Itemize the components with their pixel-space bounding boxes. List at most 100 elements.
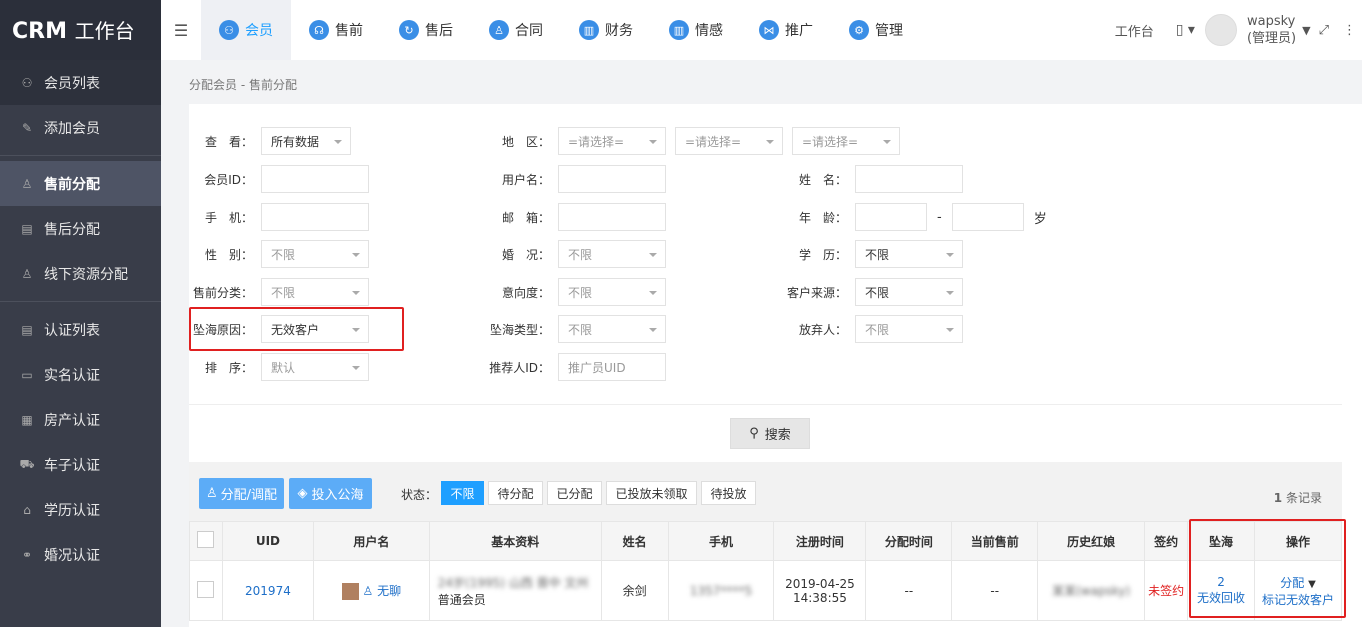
sidebar-item-house[interactable]: ▦ 房产认证: [0, 397, 161, 442]
status-released-unclaimed[interactable]: 已投放未领取: [606, 481, 697, 505]
user-icon: ♙: [489, 20, 509, 40]
breadcrumb: 分配会员 - 售前分配: [189, 78, 297, 92]
tab-manage[interactable]: ⚙ 管理: [831, 0, 921, 60]
col-current-presale[interactable]: 当前售前: [951, 521, 1039, 561]
main-panel: 查 看： 所有数据 地 区： =请选择= =请选择= =请选择= 会员ID： 用…: [189, 104, 1362, 627]
fullscreen-icon[interactable]: ⤢: [1319, 23, 1329, 38]
house-icon: ▦: [21, 412, 33, 427]
filter-sea-type: 坠海类型： 不限: [486, 314, 666, 344]
username-input[interactable]: [558, 165, 666, 193]
status-pending-release[interactable]: 待投放: [701, 481, 756, 505]
chevron-down-icon[interactable]: ▼: [1302, 24, 1310, 37]
status-pending-assign[interactable]: 待分配: [488, 481, 543, 505]
abandoner-select[interactable]: 不限: [855, 315, 963, 343]
tab-promotion[interactable]: ⋈ 推广: [741, 0, 831, 60]
filter-sort: 排 序： 默认: [189, 352, 369, 382]
top-navbar: ☰ ⚇ 会员 ☊ 售前 ↻ 售后 ♙ 合同 ▥ 财务 ▥ 情感 ⋈ 推广 ⚙ 管理 工作台 ▯ …: [161, 0, 1362, 60]
age-max-input[interactable]: [951, 203, 1024, 231]
record-count: 1 条记录: [1273, 491, 1322, 505]
sidebar: CRM 工作台 ⚇ 会员列表 ✎ 添加会员 ♙ 售前分配 ▤ 售后分配 ♙ 线下资源分配 …: [0, 0, 161, 627]
col-phone[interactable]: 手机: [667, 521, 775, 561]
education-select[interactable]: 不限: [855, 240, 963, 268]
status-assigned[interactable]: 已分配: [547, 481, 602, 505]
divider: [189, 404, 1342, 405]
sidebar-item-member-list[interactable]: ⚇ 会员列表: [0, 60, 161, 105]
menu-toggle-icon[interactable]: ☰: [161, 21, 201, 40]
email-input[interactable]: [558, 203, 666, 231]
region-city-select[interactable]: =请选择=: [675, 127, 783, 155]
list-icon: ▤: [21, 322, 33, 337]
user-menu[interactable]: wapsky (管理员): [1247, 13, 1296, 47]
intent-select[interactable]: 不限: [558, 278, 666, 306]
col-assign-time[interactable]: 分配时间: [865, 521, 953, 561]
status-all[interactable]: 不限: [441, 481, 484, 505]
region-province-select[interactable]: =请选择=: [558, 127, 666, 155]
row-assign-time: --: [865, 560, 953, 621]
row-username[interactable]: 无聊: [377, 584, 401, 598]
col-reg-time[interactable]: 注册时间: [773, 521, 867, 561]
member-id-input[interactable]: [261, 165, 369, 193]
sidebar-item-car[interactable]: ⛟ 车子认证: [0, 442, 161, 487]
row-checkbox[interactable]: [197, 580, 215, 598]
select-all-checkbox[interactable]: [197, 531, 215, 548]
marriage-select[interactable]: 不限: [558, 240, 666, 268]
more-icon[interactable]: ⋮: [1343, 23, 1356, 38]
refresh-icon: ↻: [399, 20, 419, 40]
col-history-matchmaker[interactable]: 历史红娘: [1037, 521, 1146, 561]
sidebar-item-marriage[interactable]: ⚭ 婚况认证: [0, 532, 161, 577]
sidebar-item-realname[interactable]: ▭ 实名认证: [0, 352, 161, 397]
filter-marriage: 婚 况： 不限: [486, 239, 666, 269]
tab-presale[interactable]: ☊ 售前: [291, 0, 381, 60]
col-sign[interactable]: 签约: [1144, 521, 1189, 561]
sidebar-item-aftersale-assign[interactable]: ▤ 售后分配: [0, 206, 161, 251]
filter-region: 地 区： =请选择= =请选择= =请选择=: [486, 126, 900, 156]
members-icon: ⚇: [21, 75, 33, 90]
search-button[interactable]: ⚲ 搜索: [730, 418, 810, 449]
sea-type-select[interactable]: 不限: [558, 315, 666, 343]
avatar[interactable]: [1204, 14, 1237, 46]
filter-referrer: 推荐人ID： 推广员UID: [486, 352, 666, 382]
referrer-input[interactable]: 推广员UID: [558, 353, 666, 381]
age-unit: 岁: [1033, 211, 1047, 227]
members-icon: ⚇: [219, 20, 239, 40]
tab-aftersale[interactable]: ↻ 售后: [381, 0, 471, 60]
filter-name: 姓 名：: [783, 164, 963, 194]
row-uid[interactable]: 201974: [221, 560, 314, 621]
view-select[interactable]: 所有数据: [261, 127, 351, 155]
public-sea-button[interactable]: ◈ 投入公海: [289, 478, 372, 509]
chart-icon: ▥: [579, 20, 599, 40]
assign-button[interactable]: ♙ 分配/调配: [199, 478, 284, 509]
sidebar-item-presale-assign[interactable]: ♙ 售前分配: [0, 161, 161, 206]
gender-select[interactable]: 不限: [261, 240, 369, 268]
user-icon: ♙: [362, 583, 374, 598]
sidebar-item-offline-assign[interactable]: ♙ 线下资源分配: [0, 251, 161, 296]
presale-class-select[interactable]: 不限: [261, 278, 369, 306]
tab-finance[interactable]: ▥ 财务: [561, 0, 651, 60]
id-card-icon: ▭: [21, 367, 33, 382]
sidebar-item-cert-list[interactable]: ▤ 认证列表: [0, 307, 161, 352]
col-profile[interactable]: 基本资料: [428, 521, 602, 561]
tab-member[interactable]: ⚇ 会员: [201, 0, 291, 60]
app-logo[interactable]: CRM 工作台: [0, 0, 161, 60]
col-username[interactable]: 用户名: [312, 521, 430, 561]
tab-emotion[interactable]: ▥ 情感: [651, 0, 741, 60]
source-select[interactable]: 不限: [855, 278, 963, 306]
sidebar-item-add-member[interactable]: ✎ 添加会员: [0, 105, 161, 150]
username: wapsky: [1246, 14, 1296, 29]
sidebar-item-education[interactable]: ⌂ 学历认证: [0, 487, 161, 532]
name-input[interactable]: [855, 165, 963, 193]
phone-input[interactable]: [261, 203, 369, 231]
col-name[interactable]: 姓名: [600, 521, 669, 561]
filter-abandoner: 放弃人： 不限: [783, 314, 963, 344]
region-district-select[interactable]: =请选择=: [792, 127, 900, 155]
divider: [0, 155, 161, 156]
user-photo[interactable]: [341, 582, 359, 600]
workbench-link[interactable]: 工作台: [1115, 21, 1154, 40]
phone-icon[interactable]: ▯ ▾: [1176, 22, 1195, 38]
filter-view: 查 看： 所有数据: [189, 126, 351, 156]
age-min-input[interactable]: [855, 203, 927, 231]
row-history-matchmaker: 某某(wapsky): [1037, 560, 1146, 621]
col-uid[interactable]: UID: [221, 521, 314, 561]
tab-contract[interactable]: ♙ 合同: [471, 0, 561, 60]
sort-select[interactable]: 默认: [261, 353, 369, 381]
